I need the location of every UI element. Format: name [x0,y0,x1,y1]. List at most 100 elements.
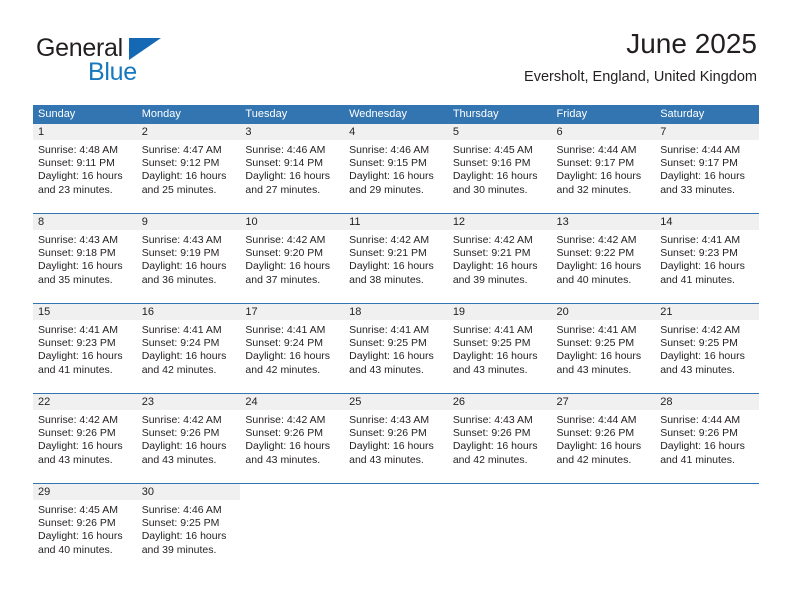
calendar-day-cell[interactable]: 2 Sunrise: 4:47 AM Sunset: 9:12 PM Daylight… [136,124,241,213]
sunrise-time: Sunrise: 4:43 AM [452,414,533,426]
day-number: 28 [660,396,673,408]
calendar-day-cell[interactable]: 16 Sunrise: 4:41 AM Sunset: 9:24 PM Dayligh… [136,304,241,393]
daylight-duration-line1: Daylight: 16 hours [141,170,227,183]
daylight-duration-line1: Daylight: 16 hours [349,260,434,273]
weekday-header-row: Sunday Monday Tuesday Wednesday Thursday… [33,105,759,124]
sunset-time: Sunset: 9:26 PM [141,427,220,440]
daylight-duration-line1: Daylight: 16 hours [556,440,642,453]
daylight-duration-line2: and 40 minutes. [556,273,632,286]
day-number: 23 [141,396,154,408]
day-number: 4 [349,126,356,138]
day-number-band: 4 [344,124,448,140]
weekday-header-friday: Friday [556,108,588,120]
calendar-day-cell[interactable]: 14 Sunrise: 4:41 AM Sunset: 9:23 PM Dayligh… [655,214,759,303]
sunset-time: Sunset: 9:25 PM [349,337,427,350]
calendar-day-cell[interactable]: 17 Sunrise: 4:41 AM Sunset: 9:24 PM Dayligh… [240,304,345,393]
day-details: Sunrise: 4:43 AM Sunset: 9:26 PM Daylight:… [448,410,552,467]
calendar-day-cell[interactable]: 6 Sunrise: 4:44 AM Sunset: 9:17 PM Daylight… [551,124,656,213]
day-details: Sunrise: 4:42 AM Sunset: 9:21 PM Daylight:… [448,230,552,287]
calendar-day-cell[interactable]: 19 Sunrise: 4:41 AM Sunset: 9:25 PM Dayligh… [447,304,552,393]
daylight-duration-line1: Daylight: 16 hours [660,350,745,363]
calendar-day-cell[interactable]: 8 Sunrise: 4:43 AM Sunset: 9:18 PM Daylight… [33,214,137,303]
daylight-duration-line2: and 35 minutes. [38,273,113,286]
calendar-day-cell[interactable]: 18 Sunrise: 4:41 AM Sunset: 9:25 PM Dayligh… [344,304,448,393]
daylight-duration-line2: and 43 minutes. [452,363,528,376]
calendar-day-cell[interactable]: 3 Sunrise: 4:46 AM Sunset: 9:14 PM Daylight… [240,124,345,213]
sunrise-time: Sunrise: 4:46 AM [141,504,222,516]
sunrise-time: Sunrise: 4:42 AM [660,324,741,336]
sunrise-time: Sunrise: 4:41 AM [349,324,430,336]
sunset-time: Sunset: 9:26 PM [38,517,116,530]
sunset-time: Sunset: 9:23 PM [38,337,116,350]
sunset-time: Sunset: 9:26 PM [349,427,427,440]
calendar-day-cell-empty [344,484,448,573]
sunset-time: Sunset: 9:26 PM [452,427,531,440]
daylight-duration-line1: Daylight: 16 hours [556,350,642,363]
sunrise-time: Sunrise: 4:44 AM [556,414,637,426]
calendar-day-cell[interactable]: 22 Sunrise: 4:42 AM Sunset: 9:26 PM Dayligh… [33,394,137,483]
generalblue-logo[interactable]: General Blue [36,34,236,86]
day-number: 14 [660,216,673,228]
calendar-day-cell[interactable]: 29 Sunrise: 4:45 AM Sunset: 9:26 PM Dayligh… [33,484,137,573]
daylight-duration-line1: Daylight: 16 hours [245,440,331,453]
sunrise-time: Sunrise: 4:46 AM [349,144,430,156]
calendar-day-cell[interactable]: 26 Sunrise: 4:43 AM Sunset: 9:26 PM Dayligh… [447,394,552,483]
calendar-table: Sunday Monday Tuesday Wednesday Thursday… [33,105,759,573]
day-number: 17 [245,306,258,318]
sunrise-time: Sunrise: 4:43 AM [38,234,118,246]
sunset-time: Sunset: 9:18 PM [38,247,116,260]
daylight-duration-line2: and 42 minutes. [556,453,632,466]
day-number: 18 [349,306,362,318]
sunrise-time: Sunrise: 4:41 AM [38,324,118,336]
day-number: 2 [141,126,148,138]
day-number-band: 23 [136,394,241,410]
sunset-time: Sunset: 9:25 PM [141,517,220,530]
daylight-duration-line1: Daylight: 16 hours [660,170,745,183]
daylight-duration-line2: and 42 minutes. [245,363,321,376]
daylight-duration-line1: Daylight: 16 hours [349,170,434,183]
calendar-week-inner: 15 Sunrise: 4:41 AM Sunset: 9:23 PM Dayligh… [33,304,759,393]
day-details: Sunrise: 4:43 AM Sunset: 9:18 PM Daylight:… [33,230,137,287]
daylight-duration-line1: Daylight: 16 hours [38,350,123,363]
calendar-day-cell[interactable]: 27 Sunrise: 4:44 AM Sunset: 9:26 PM Dayligh… [551,394,656,483]
calendar-day-cell[interactable]: 5 Sunrise: 4:45 AM Sunset: 9:16 PM Daylight… [447,124,552,213]
calendar-week-row: 15 Sunrise: 4:41 AM Sunset: 9:23 PM Dayligh… [33,303,759,393]
day-details: Sunrise: 4:45 AM Sunset: 9:26 PM Daylight:… [33,500,137,557]
calendar-day-cell[interactable]: 20 Sunrise: 4:41 AM Sunset: 9:25 PM Dayligh… [551,304,656,393]
calendar-day-cell[interactable]: 30 Sunrise: 4:46 AM Sunset: 9:25 PM Dayligh… [136,484,241,573]
calendar-day-cell[interactable]: 10 Sunrise: 4:42 AM Sunset: 9:20 PM Dayligh… [240,214,345,303]
calendar-day-cell[interactable]: 7 Sunrise: 4:44 AM Sunset: 9:17 PM Daylight… [655,124,759,213]
day-number-band: 16 [136,304,241,320]
daylight-duration-line2: and 43 minutes. [245,453,321,466]
calendar-day-cell[interactable]: 12 Sunrise: 4:42 AM Sunset: 9:21 PM Dayligh… [447,214,552,303]
calendar-day-cell[interactable]: 9 Sunrise: 4:43 AM Sunset: 9:19 PM Daylight… [136,214,241,303]
day-number-band: 8 [33,214,137,230]
daylight-duration-line1: Daylight: 16 hours [38,260,123,273]
day-details: Sunrise: 4:43 AM Sunset: 9:26 PM Daylight:… [344,410,448,467]
calendar-day-cell[interactable]: 21 Sunrise: 4:42 AM Sunset: 9:25 PM Dayligh… [655,304,759,393]
sunrise-time: Sunrise: 4:45 AM [38,504,118,516]
calendar-day-cell[interactable]: 13 Sunrise: 4:42 AM Sunset: 9:22 PM Dayligh… [551,214,656,303]
calendar-day-cell[interactable]: 25 Sunrise: 4:43 AM Sunset: 9:26 PM Dayligh… [344,394,448,483]
calendar-day-cell[interactable]: 1 Sunrise: 4:48 AM Sunset: 9:11 PM Daylight… [33,124,137,213]
sunrise-time: Sunrise: 4:41 AM [660,234,741,246]
calendar-day-cell[interactable]: 24 Sunrise: 4:42 AM Sunset: 9:26 PM Dayligh… [240,394,345,483]
calendar-day-cell[interactable]: 15 Sunrise: 4:41 AM Sunset: 9:23 PM Dayligh… [33,304,137,393]
calendar-day-cell[interactable]: 11 Sunrise: 4:42 AM Sunset: 9:21 PM Dayligh… [344,214,448,303]
calendar-day-cell[interactable]: 28 Sunrise: 4:44 AM Sunset: 9:26 PM Dayligh… [655,394,759,483]
sunrise-time: Sunrise: 4:44 AM [660,414,741,426]
daylight-duration-line1: Daylight: 16 hours [245,260,331,273]
calendar-day-cell[interactable]: 4 Sunrise: 4:46 AM Sunset: 9:15 PM Daylight… [344,124,448,213]
calendar-week-inner: 29 Sunrise: 4:45 AM Sunset: 9:26 PM Dayligh… [33,484,759,573]
day-number: 10 [245,216,258,228]
day-details: Sunrise: 4:42 AM Sunset: 9:20 PM Daylight:… [240,230,344,287]
day-number: 29 [38,486,51,498]
daylight-duration-line2: and 41 minutes. [660,453,735,466]
day-number: 27 [556,396,569,408]
day-number: 20 [556,306,569,318]
sunrise-time: Sunrise: 4:42 AM [245,414,326,426]
page-title: June 2025 [626,28,757,59]
weekday-header-tuesday: Tuesday [245,108,288,120]
day-details: Sunrise: 4:48 AM Sunset: 9:11 PM Daylight:… [33,140,137,197]
calendar-day-cell[interactable]: 23 Sunrise: 4:42 AM Sunset: 9:26 PM Dayligh… [136,394,241,483]
